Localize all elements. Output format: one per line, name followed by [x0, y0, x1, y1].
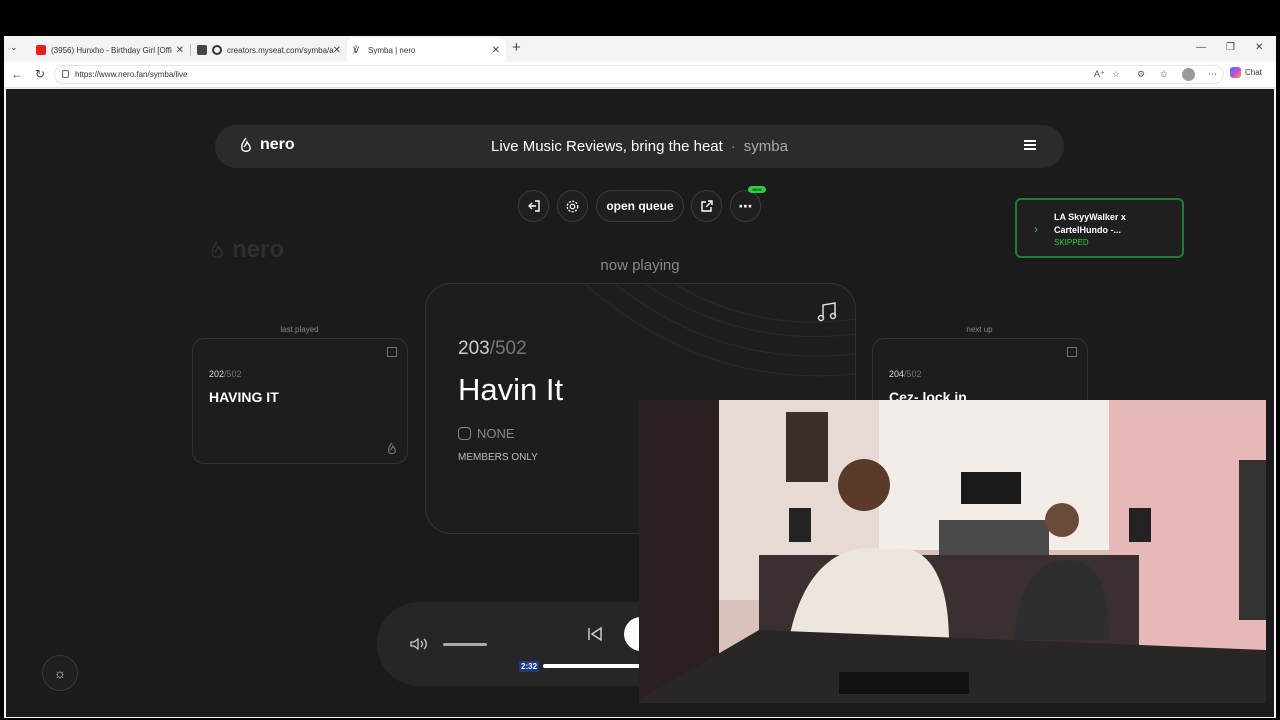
ghost-logo: nero [210, 236, 284, 264]
browser-toolbar: ← ↻ https://www.nero.fan/symba/live A⁺ ☆… [4, 62, 1276, 88]
close-window-icon[interactable]: ✕ [1255, 42, 1263, 53]
music-note-icon [817, 302, 837, 322]
url-text: https://www.nero.fan/symba/live [75, 70, 188, 79]
instagram-value: NONE [477, 426, 515, 441]
skipped-toast[interactable]: › LA SkyyWalker x CartelHundo -... SKIPP… [1015, 198, 1184, 258]
now-playing-label: now playing [600, 257, 680, 274]
new-badge: NEW [748, 186, 766, 193]
hamburger-menu-icon[interactable] [1024, 140, 1036, 150]
chat-label: Chat [1245, 68, 1262, 77]
settings-button[interactable] [557, 190, 588, 222]
track-total: /502 [904, 369, 922, 379]
stream-title: Live Music Reviews, bring the heat · symba [215, 138, 1064, 155]
restore-icon[interactable]: ❐ [1226, 42, 1235, 53]
last-played-label: last played [280, 325, 319, 334]
tab-label: Symba | nero [368, 45, 416, 55]
track-title: Havin It [458, 372, 564, 407]
theme-toggle-button[interactable]: ☼ [42, 655, 78, 691]
open-queue-label: open queue [606, 199, 674, 213]
screen: ⌄ (3956) Hunxho - Birthday Girl [Offi ✕ … [0, 0, 1280, 720]
volume-slider[interactable] [443, 643, 487, 646]
tab-youtube[interactable]: (3956) Hunxho - Birthday Girl [Offi ✕ [30, 38, 190, 62]
track-number: 203 [458, 338, 490, 359]
track-total: /502 [224, 369, 242, 379]
access-level: MEMBERS ONLY [458, 452, 538, 463]
reload-icon[interactable]: ↻ [35, 67, 45, 81]
sun-icon: ☼ [53, 665, 67, 681]
toast-status: SKIPPED [1054, 238, 1089, 247]
nero-icon: ℣ [353, 45, 360, 55]
chevron-right-icon: › [1034, 222, 1038, 236]
previous-track-icon[interactable] [586, 626, 604, 642]
youtube-icon [36, 45, 46, 55]
track-title: HAVING IT [209, 389, 279, 405]
exit-button[interactable] [518, 190, 549, 222]
stream-title-text: Live Music Reviews, bring the heat [491, 138, 723, 155]
close-tab-icon[interactable]: ✕ [176, 45, 184, 56]
close-tab-icon[interactable]: ✕ [333, 45, 341, 56]
flame-icon [211, 241, 223, 259]
track-position: 202/502 [209, 369, 242, 379]
webcam-video-overlay [639, 400, 1266, 703]
track-position: 203/502 [458, 338, 527, 360]
favorite-star-icon[interactable]: ☆ [1112, 69, 1120, 80]
current-time: 2:32 [519, 661, 540, 672]
track-position: 204/502 [889, 369, 922, 379]
new-tab-button[interactable]: + [512, 39, 521, 56]
volume-icon[interactable] [409, 637, 429, 651]
favorites-icon[interactable]: ✩ [1160, 69, 1168, 80]
copilot-icon [1230, 67, 1241, 78]
more-options-icon[interactable]: ⋯ [1208, 69, 1217, 80]
flame-icon [387, 442, 396, 455]
extensions-icon[interactable]: ⚙ [1137, 69, 1145, 80]
back-arrow-icon[interactable]: ← [11, 67, 23, 81]
external-link-icon[interactable] [387, 347, 397, 357]
tab-nero[interactable]: ℣ Symba | nero ✕ [347, 38, 506, 62]
track-number: 204 [889, 369, 905, 379]
ellipsis-icon: ⋯ [738, 197, 753, 214]
next-up-label: next up [966, 325, 993, 334]
instagram-handle[interactable]: NONE [458, 426, 515, 441]
share-icon [700, 200, 713, 212]
external-link-icon[interactable] [1067, 347, 1077, 357]
read-aloud-icon[interactable]: A⁺ [1094, 69, 1105, 80]
share-button[interactable] [691, 190, 722, 222]
stream-username: symba [743, 138, 788, 155]
site-icon [197, 45, 207, 55]
exit-icon [527, 200, 540, 212]
video-frame [639, 400, 1266, 703]
gear-icon [566, 200, 579, 212]
tab-label: (3956) Hunxho - Birthday Girl [Offi [51, 45, 172, 55]
instagram-icon [458, 427, 471, 440]
tab-strip: ⌄ (3956) Hunxho - Birthday Girl [Offi ✕ … [4, 36, 1276, 62]
more-button[interactable]: ⋯ [730, 190, 761, 222]
minimize-icon[interactable]: — [1196, 42, 1206, 53]
ghost-logo-text: nero [232, 236, 285, 263]
top-bar: nero Live Music Reviews, bring the heat ·… [215, 125, 1064, 168]
toast-title: LA SkyyWalker x CartelHundo -... [1054, 212, 1126, 235]
tab-list-chevron-icon[interactable]: ⌄ [10, 42, 18, 53]
record-icon [212, 45, 222, 55]
track-number: 202 [209, 369, 225, 379]
profile-avatar-icon[interactable] [1182, 68, 1195, 81]
open-queue-button[interactable]: open queue [596, 190, 684, 222]
title-separator: · [730, 138, 736, 155]
copilot-chat-button[interactable]: Chat [1230, 67, 1262, 78]
track-total: /502 [489, 338, 527, 359]
close-tab-icon[interactable]: ✕ [492, 45, 500, 56]
lock-icon [62, 70, 69, 78]
address-bar[interactable]: https://www.nero.fan/symba/live [54, 65, 1224, 84]
tab-myseat[interactable]: creators.myseat.com/symba/a ✕ [191, 38, 347, 62]
last-played-card[interactable]: 202/502 HAVING IT [192, 338, 408, 464]
tab-label: creators.myseat.com/symba/a [227, 45, 334, 55]
